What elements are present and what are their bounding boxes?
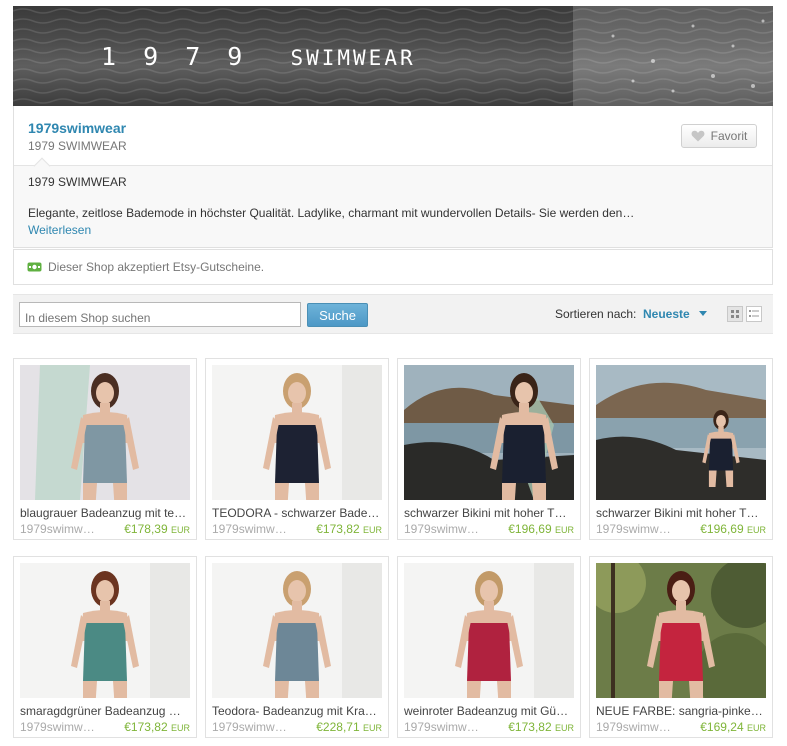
listing-card[interactable]: Teodora- Badeanzug mit Kra… 1979swimw… €… — [205, 556, 389, 738]
listing-shop-name[interactable]: 1979swimw… — [212, 720, 287, 734]
coupon-notice: Dieser Shop akzeptiert Etsy-Gutscheine. — [13, 249, 773, 285]
listing-shop-name[interactable]: 1979swimw… — [404, 522, 479, 536]
sort-label: Sortieren nach: — [555, 307, 637, 321]
price-currency: EUR — [554, 723, 574, 733]
shop-search-bar: Suche Sortieren nach: Neueste — [13, 294, 773, 334]
sort-dropdown[interactable]: Neueste — [643, 307, 690, 321]
shop-banner: 1 9 7 9 SWIMWEAR — [13, 6, 773, 106]
listing-price: €173,82 EUR — [316, 522, 382, 536]
listing-photo[interactable] — [404, 365, 574, 500]
listing-title[interactable]: smaragdgrüner Badeanzug … — [20, 704, 192, 718]
listing-card[interactable]: blaugrauer Badeanzug mit te… 1979swimw… … — [13, 358, 197, 540]
read-more-link[interactable]: Weiterlesen — [28, 223, 91, 237]
listing-shop-name[interactable]: 1979swimw… — [404, 720, 479, 734]
price-value: €228,71 — [316, 720, 360, 734]
about-text: Elegante, zeitlose Bademode in höchster … — [28, 206, 635, 220]
listing-shop-name[interactable]: 1979swimw… — [20, 720, 95, 734]
heart-icon — [691, 130, 705, 142]
coupon-icon — [27, 262, 42, 272]
listing-card[interactable]: smaragdgrüner Badeanzug … 1979swimw… €17… — [13, 556, 197, 738]
favorite-label: Favorit — [710, 129, 748, 143]
shop-header: 1979swimwear 1979 SWIMWEAR Favorit — [14, 106, 772, 175]
listing-title[interactable]: blaugrauer Badeanzug mit te… — [20, 506, 192, 520]
favorite-button[interactable]: Favorit — [681, 124, 757, 148]
price-value: €178,39 — [124, 522, 168, 536]
price-value: €173,82 — [124, 720, 168, 734]
price-currency: EUR — [170, 525, 190, 535]
listing-photo[interactable] — [404, 563, 574, 698]
listing-photo[interactable] — [20, 563, 190, 698]
shop-about: 1979 SWIMWEAR Elegante, zeitlose Bademod… — [14, 166, 772, 247]
listing-card[interactable]: weinroter Badeanzug mit Gü… 1979swimw… €… — [397, 556, 581, 738]
listing-shop-name[interactable]: 1979swimw… — [596, 720, 671, 734]
listing-photo[interactable] — [212, 365, 382, 500]
coupon-text: Dieser Shop akzeptiert Etsy-Gutscheine. — [48, 260, 265, 274]
price-value: €173,82 — [508, 720, 552, 734]
listing-price: €169,24 EUR — [700, 720, 766, 734]
price-value: €173,82 — [316, 522, 360, 536]
listing-title[interactable]: Teodora- Badeanzug mit Kra… — [212, 704, 384, 718]
listing-card[interactable]: NEUE FARBE: sangria-pinke… 1979swimw… €1… — [589, 556, 773, 738]
caret-down-icon[interactable] — [699, 311, 707, 316]
about-title: 1979 SWIMWEAR — [28, 175, 127, 189]
list-view-icon[interactable] — [746, 306, 762, 322]
banner-title: 1 9 7 9 SWIMWEAR — [101, 42, 416, 71]
price-currency: EUR — [362, 525, 382, 535]
listing-title[interactable]: TEODORA - schwarzer Bade… — [212, 506, 384, 520]
listing-price: €228,71 EUR — [316, 720, 382, 734]
listing-shop-name[interactable]: 1979swimw… — [596, 522, 671, 536]
listing-price: €196,69 EUR — [508, 522, 574, 536]
listing-shop-name[interactable]: 1979swimw… — [20, 522, 95, 536]
price-currency: EUR — [554, 525, 574, 535]
listing-photo[interactable] — [20, 365, 190, 500]
price-currency: EUR — [170, 723, 190, 733]
shop-subtitle: 1979 SWIMWEAR — [28, 139, 127, 153]
listing-card[interactable]: schwarzer Bikini mit hoher T… 1979swimw…… — [397, 358, 581, 540]
price-value: €169,24 — [700, 720, 744, 734]
listing-price: €173,82 EUR — [124, 720, 190, 734]
price-currency: EUR — [746, 525, 766, 535]
price-value: €196,69 — [700, 522, 744, 536]
shop-name-link[interactable]: 1979swimwear — [28, 120, 757, 136]
search-button[interactable]: Suche — [307, 303, 368, 327]
price-value: €196,69 — [508, 522, 552, 536]
price-currency: EUR — [746, 723, 766, 733]
listing-title[interactable]: NEUE FARBE: sangria-pinke… — [596, 704, 768, 718]
listing-photo[interactable] — [596, 563, 766, 698]
price-currency: EUR — [362, 723, 382, 733]
shop-info-card: 1979swimwear 1979 SWIMWEAR Favorit 1979 … — [13, 106, 773, 248]
shop-search-input[interactable] — [19, 302, 301, 327]
listing-card[interactable]: schwarzer Bikini mit hoher T… 1979swimw…… — [589, 358, 773, 540]
listing-title[interactable]: schwarzer Bikini mit hoher T… — [404, 506, 576, 520]
listing-shop-name[interactable]: 1979swimw… — [212, 522, 287, 536]
listing-price: €173,82 EUR — [508, 720, 574, 734]
listing-price: €196,69 EUR — [700, 522, 766, 536]
listing-title[interactable]: weinroter Badeanzug mit Gü… — [404, 704, 576, 718]
listing-photo[interactable] — [596, 365, 766, 500]
listing-price: €178,39 EUR — [124, 522, 190, 536]
listing-photo[interactable] — [212, 563, 382, 698]
listing-title[interactable]: schwarzer Bikini mit hoher T… — [596, 506, 768, 520]
grid-view-icon[interactable] — [727, 306, 743, 322]
listing-card[interactable]: TEODORA - schwarzer Bade… 1979swimw… €17… — [205, 358, 389, 540]
